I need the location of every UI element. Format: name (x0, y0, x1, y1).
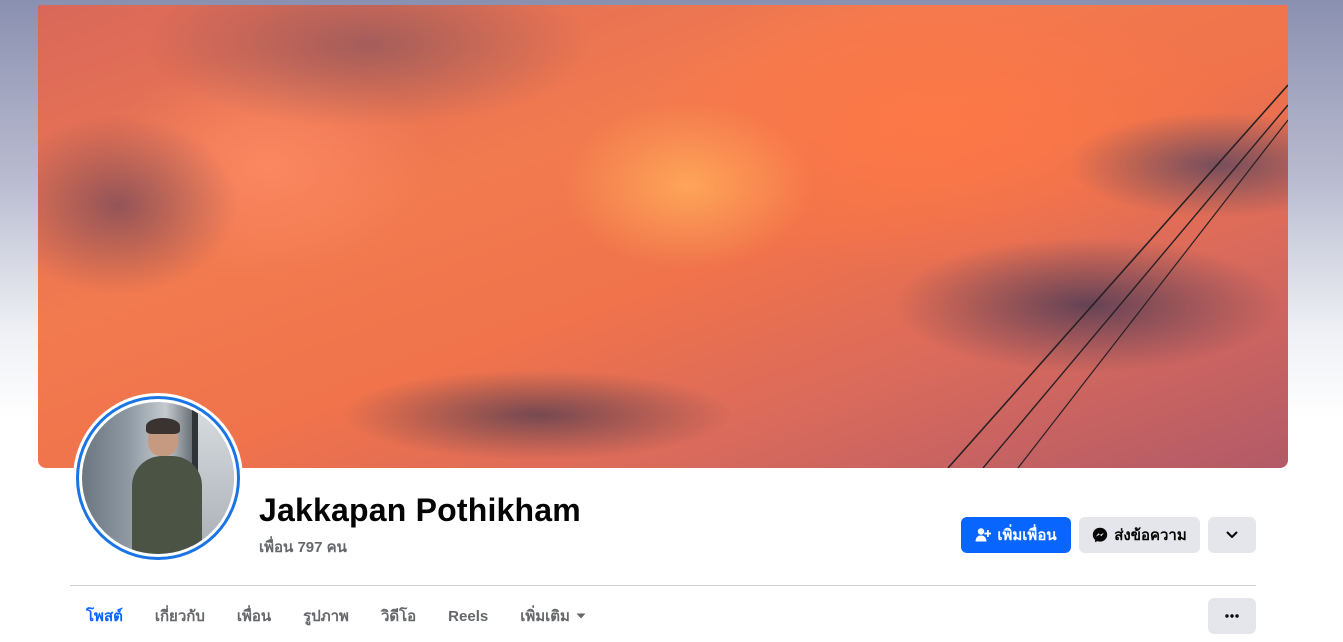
add-friend-button[interactable]: เพิ่มเพื่อน (961, 517, 1071, 553)
tab-label: รูปภาพ (303, 608, 349, 625)
tab-more[interactable]: เพิ่มเติม (504, 598, 602, 634)
tab-label: เพิ่มเติม (520, 608, 570, 625)
messenger-icon (1092, 527, 1108, 543)
tab-about[interactable]: เกี่ยวกับ (139, 598, 221, 634)
tab-label: วิดีโอ (380, 608, 417, 625)
profile-picture[interactable] (73, 393, 243, 563)
add-friend-label: เพิ่มเพื่อน (997, 527, 1057, 544)
cover-photo[interactable] (38, 5, 1288, 468)
avatar (82, 402, 234, 554)
chevron-down-icon (1226, 531, 1238, 539)
tab-videos[interactable]: วิดีโอ (365, 598, 432, 634)
profile-options-button[interactable] (1208, 517, 1256, 553)
tab-reels[interactable]: Reels (432, 598, 504, 634)
message-button[interactable]: ส่งข้อความ (1079, 517, 1200, 553)
tabs-more-options-button[interactable] (1208, 598, 1256, 634)
cover-photo-wires (947, 84, 1288, 468)
tab-photos[interactable]: รูปภาพ (287, 598, 365, 634)
tab-friends[interactable]: เพื่อน (221, 598, 287, 634)
message-label: ส่งข้อความ (1114, 527, 1187, 544)
friends-count-link[interactable]: เพื่อน 797 คน (259, 535, 347, 559)
tab-label: เพื่อน (236, 608, 272, 625)
profile-tabs: โพสต์ เกี่ยวกับ เพื่อน รูปภาพ วิดีโอ Ree… (70, 598, 602, 634)
tab-posts[interactable]: โพสต์ (70, 598, 139, 634)
header-divider (70, 585, 1256, 586)
caret-down-icon (576, 613, 586, 619)
tab-label: โพสต์ (86, 608, 123, 625)
ellipsis-icon (1225, 614, 1239, 618)
tab-label: เกี่ยวกับ (154, 608, 205, 625)
avatar-body (132, 456, 202, 554)
tab-label: Reels (448, 607, 489, 625)
story-ring (76, 396, 240, 560)
profile-name: Jakkapan Pothikham (259, 492, 581, 528)
add-friend-icon (975, 527, 992, 543)
avatar-hair (146, 418, 180, 434)
